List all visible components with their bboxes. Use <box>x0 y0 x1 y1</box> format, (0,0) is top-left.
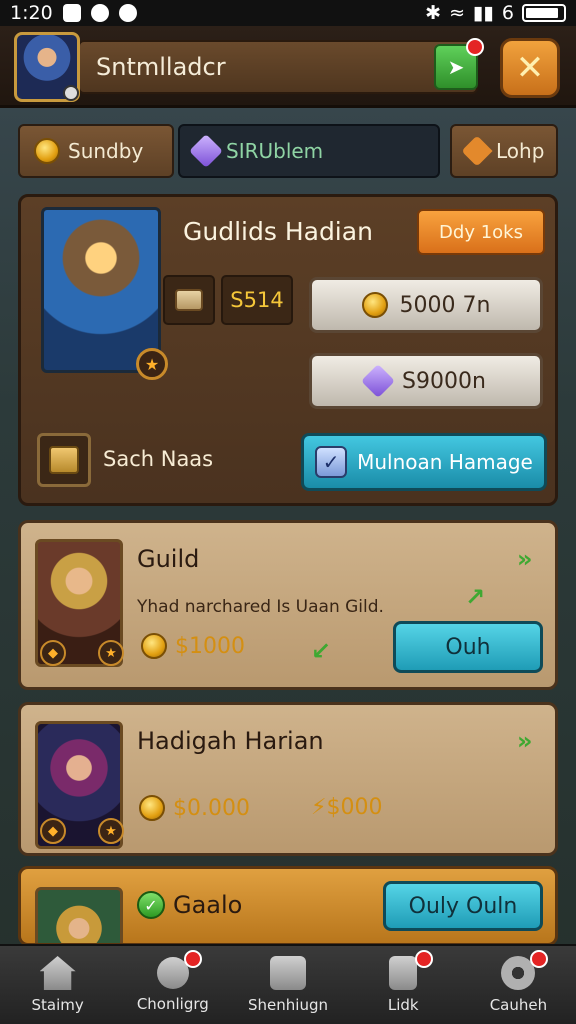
gem-icon <box>189 134 223 168</box>
card-price-bonus-label: ⚡$000 <box>311 795 383 820</box>
green-arrow-icon: ↙ <box>311 637 332 665</box>
note-slot[interactable] <box>37 433 91 487</box>
card-action-button[interactable]: Ouh <box>393 621 543 673</box>
nav-label: Chonligrg <box>136 995 209 1013</box>
player-name: Sntmlladcr <box>96 53 226 81</box>
tab-hearts-label: Lohp <box>496 139 545 163</box>
card-title-row: ✓ Gaalo <box>137 891 242 919</box>
item-price: S514 <box>221 275 293 325</box>
nav-label: Shenhiugn <box>248 996 328 1014</box>
gem-icon <box>361 364 396 398</box>
card-title: Guild <box>137 545 200 573</box>
shield-icon: ◆ <box>40 818 66 844</box>
bottom-nav: Staimy Chonligrg Shenhiugn Lidk Cauheh <box>0 944 576 1024</box>
checkmark-icon: ✓ <box>315 446 348 478</box>
hero-portrait <box>35 887 123 943</box>
item-slot[interactable] <box>163 275 215 325</box>
home-icon <box>39 956 76 990</box>
card-title: Hadigah Harian <box>137 727 324 755</box>
header: Sntmlladcr ➤ ✕ <box>0 26 576 108</box>
scroll-icon <box>175 289 203 311</box>
avatar-status-dot <box>63 85 79 101</box>
forward-arrow-icon[interactable]: » <box>517 545 533 573</box>
guild-offer-card[interactable]: ✓ Gaalo Ouly Ouln <box>18 866 558 946</box>
coin-icon <box>139 795 165 821</box>
card-action-button[interactable]: Ouly Ouln <box>383 881 543 931</box>
nav-item-settings[interactable]: Cauheh <box>461 946 576 1024</box>
card-price-gold-label: $0.000 <box>173 795 250 821</box>
signal-text: 6 <box>501 2 514 24</box>
hero-portrait: ◆ ★ <box>35 721 124 849</box>
tab-gold[interactable]: Sundby <box>18 124 174 178</box>
forward-arrow-icon[interactable]: » <box>517 727 533 755</box>
note-label: Sach Naas <box>103 447 214 471</box>
signal-icon: ▮▮ <box>472 2 494 24</box>
card-price: $1000 <box>141 633 245 659</box>
rank-star-icon: ★ <box>136 348 168 380</box>
green-arrow-icon: ↗ <box>465 583 486 611</box>
gem-cost-button[interactable]: S9000n <box>309 353 543 409</box>
card-subtitle: Yhad narchared Is Uaan Gild. <box>137 597 384 617</box>
note-scroll-icon <box>49 446 79 474</box>
nav-label: Staimy <box>31 996 84 1014</box>
notification-badge <box>184 950 203 968</box>
notification-badge <box>466 38 484 56</box>
coin-icon <box>34 138 60 164</box>
coin-icon <box>361 292 388 318</box>
check-icon: ✓ <box>137 891 165 919</box>
manage-label: Mulnoan Hamage <box>357 450 533 474</box>
battery-icon <box>522 4 566 22</box>
nav-item-mail[interactable]: Shenhiugn <box>230 946 345 1024</box>
mail-icon <box>270 956 306 990</box>
tab-gems[interactable]: SIRUblem <box>178 124 440 178</box>
rank-star-icon: ★ <box>98 818 124 844</box>
guild-card[interactable]: ◆ ★ Guild Yhad narchared Is Uaan Gild. $… <box>18 520 558 690</box>
notification-icon <box>62 4 81 22</box>
nav-item-search[interactable]: Chonligrg <box>115 946 230 1024</box>
notification-badge <box>414 950 433 968</box>
hero-card[interactable]: ◆ ★ Hadigah Harian $0.000 ⚡$000 » <box>18 702 558 856</box>
card-title: Gaalo <box>173 891 243 919</box>
wifi-icon: ≈ <box>449 2 465 24</box>
bluetooth-icon: ✱ <box>425 2 442 24</box>
gold-cost-button[interactable]: 5000 7n <box>309 277 543 333</box>
card-price-label: $1000 <box>175 633 245 659</box>
nav-item-home[interactable]: Staimy <box>0 946 115 1024</box>
gem-cost-label: S9000n <box>402 368 486 394</box>
tab-hearts[interactable]: Lohp <box>450 124 558 178</box>
status-time: 1:20 <box>10 2 53 24</box>
hero-portrait: ◆ ★ <box>35 539 124 667</box>
tab-gold-label: Sundby <box>68 139 144 163</box>
nav-label: Lidk <box>387 996 419 1014</box>
coin-stack-icon <box>141 633 167 659</box>
app-status-icon <box>118 4 137 22</box>
player-name-bar: Sntmlladcr <box>78 40 478 94</box>
close-button[interactable]: ✕ <box>500 38 560 98</box>
hero-portrait[interactable]: ★ <box>41 207 168 380</box>
buy-button[interactable]: Ddy 1oks <box>417 209 545 255</box>
shield-icon: ◆ <box>40 640 66 666</box>
close-icon: ✕ <box>515 48 545 88</box>
notification-badge <box>530 950 549 968</box>
heart-icon <box>461 135 493 167</box>
gift-icon: ➤ <box>447 55 465 79</box>
book-icon <box>389 956 418 990</box>
status-bar: 1:20 ✱ ≈ ▮▮ 6 <box>0 0 576 26</box>
rank-star-icon: ★ <box>98 640 124 666</box>
card-price-gold: $0.000 <box>139 795 250 821</box>
manage-button[interactable]: ✓ Mulnoan Hamage <box>301 433 547 491</box>
nav-label: Cauheh <box>489 996 548 1014</box>
guild-hero-panel: ★ Gudlids Hadian Ddy 1oks S514 5000 7n S… <box>18 194 558 506</box>
settings-status-icon <box>90 4 109 22</box>
tab-gems-label: SIRUblem <box>226 139 324 163</box>
panel-title: Gudlids Hadian <box>183 217 373 246</box>
player-avatar[interactable] <box>14 32 80 102</box>
nav-item-book[interactable]: Lidk <box>346 946 461 1024</box>
gift-button[interactable]: ➤ <box>434 38 484 90</box>
card-price-bonus: ⚡$000 <box>311 795 382 820</box>
gold-cost-label: 5000 7n <box>399 292 491 318</box>
